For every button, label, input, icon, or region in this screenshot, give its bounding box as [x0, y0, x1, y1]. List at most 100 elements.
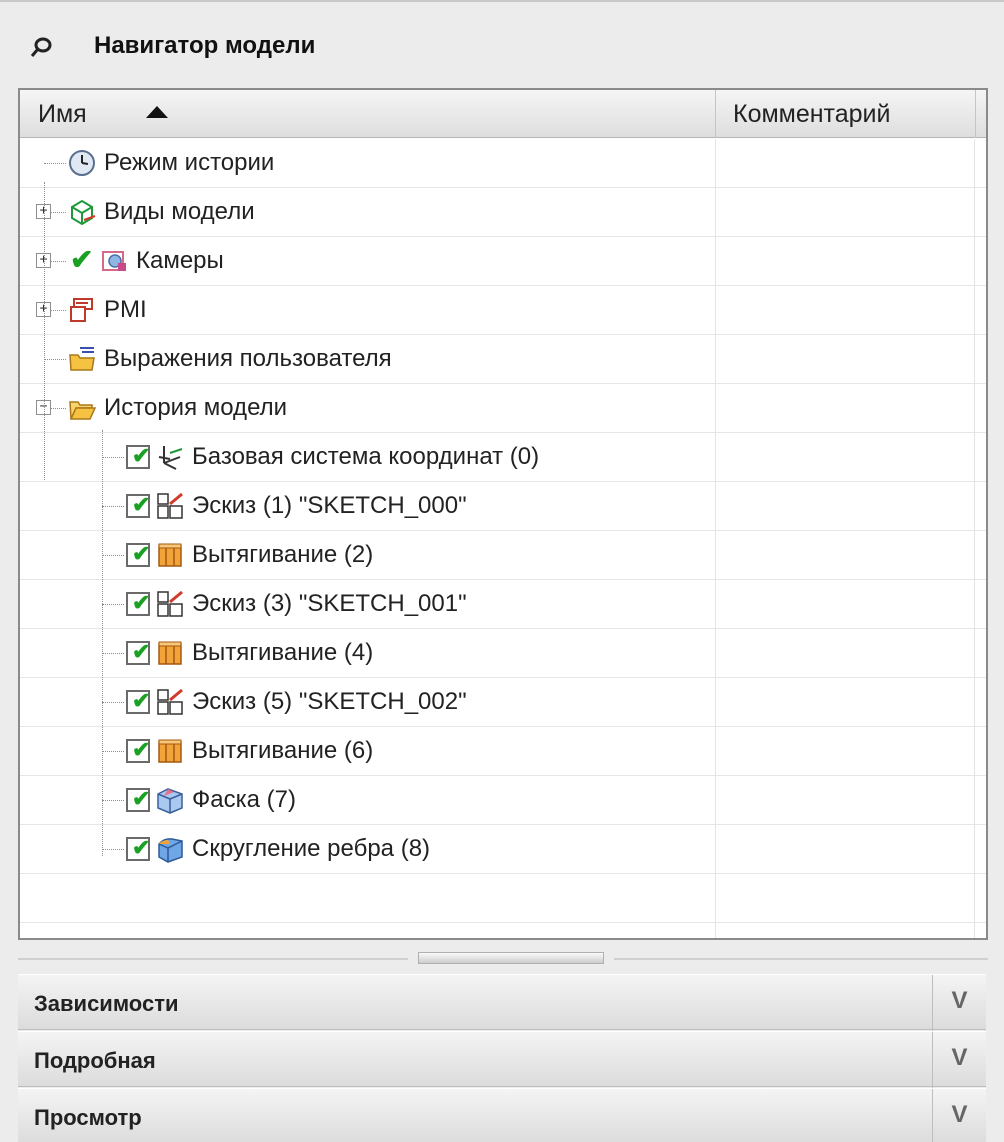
tree-row-comment-cell[interactable]	[717, 531, 975, 579]
tree-row-name-cell: ✔ Эскиз (3) "SKETCH_001"	[20, 580, 716, 628]
feature-checkbox[interactable]: ✔	[126, 688, 150, 714]
folder-open-icon	[68, 394, 97, 422]
splitter-grip[interactable]	[418, 952, 604, 964]
section-details-label: Подробная	[34, 1048, 156, 1073]
chevron-down-icon[interactable]: V	[932, 1089, 986, 1142]
splitter-line-left	[18, 958, 408, 960]
feature-checkbox[interactable]: ✔	[126, 639, 150, 665]
tree-row[interactable]: + PMI	[20, 286, 986, 335]
feature-checkbox[interactable]: ✔	[126, 835, 150, 861]
tree-row[interactable]: ✔ Эскиз (3) "SKETCH_001"	[20, 580, 986, 629]
tree-row-comment-cell[interactable]	[717, 678, 975, 726]
sort-ascending-icon	[146, 106, 168, 118]
column-header-comment[interactable]: Комментарий	[717, 90, 975, 138]
tree-connector	[102, 506, 124, 507]
feature-checkbox[interactable]: ✔	[126, 737, 150, 763]
tree-row-name-cell: − История модели	[20, 384, 716, 432]
tree-row-comment-cell[interactable]	[717, 433, 975, 481]
section-dependencies-label: Зависимости	[34, 991, 179, 1016]
tree-row-empty	[20, 923, 986, 938]
pin-icon[interactable]	[30, 36, 52, 58]
extrude-icon	[156, 541, 184, 569]
folder-expressions-icon	[68, 345, 96, 373]
tree-connector	[102, 702, 124, 703]
visible-check-icon[interactable]: ✔	[70, 243, 93, 276]
chevron-down-icon[interactable]: V	[932, 1032, 986, 1088]
tree-row-comment-cell	[717, 874, 975, 922]
tree-row[interactable]: − История модели	[20, 384, 986, 433]
tree-row[interactable]: ✔ Эскиз (5) "SKETCH_002"	[20, 678, 986, 727]
column-header-name-label: Имя	[38, 100, 87, 128]
datum-csys-icon	[156, 443, 184, 471]
tree-rows: Режим истории + Виды модели + ✔ Камеры + PMI Выр…	[20, 139, 986, 938]
tree-row-name-cell: ✔ Фаска (7)	[20, 776, 716, 824]
chevron-down-icon[interactable]: V	[932, 975, 986, 1031]
model-views-icon	[68, 198, 96, 226]
feature-checkbox[interactable]: ✔	[126, 786, 150, 812]
section-preview[interactable]: Просмотр V	[18, 1088, 986, 1142]
tree-row[interactable]: ✔ Эскиз (1) "SKETCH_000"	[20, 482, 986, 531]
tree-row-comment-cell[interactable]	[717, 139, 975, 187]
tree-row-name-cell	[20, 874, 716, 922]
tree-connector	[102, 653, 124, 654]
tree-row-comment-cell[interactable]	[717, 188, 975, 236]
tree-row-name-cell: ✔ Эскиз (5) "SKETCH_002"	[20, 678, 716, 726]
tree-row-comment-cell[interactable]	[717, 482, 975, 530]
tree-row[interactable]: ✔ Базовая система координат (0)	[20, 433, 986, 482]
tree-row-comment-cell[interactable]	[717, 286, 975, 334]
clock-icon	[68, 149, 96, 177]
pmi-icon	[68, 296, 96, 324]
tree-row-empty	[20, 874, 986, 923]
tree-row[interactable]: ✔ Вытягивание (2)	[20, 531, 986, 580]
tree-connector	[44, 359, 66, 360]
feature-checkbox[interactable]: ✔	[126, 443, 150, 469]
tree-row-name-cell: ✔ Вытягивание (2)	[20, 531, 716, 579]
panel-title-bar: Навигатор модели	[0, 2, 1004, 80]
tree-row-comment-cell[interactable]	[717, 580, 975, 628]
tree-connector	[102, 849, 124, 850]
tree-row-label: История модели	[104, 394, 288, 421]
tree-row-comment-cell[interactable]	[717, 629, 975, 677]
tree-row[interactable]: ✔ Фаска (7)	[20, 776, 986, 825]
tree-row-label: Вытягивание (6)	[192, 737, 374, 764]
tree-row-name-cell: ✔ Базовая система координат (0)	[20, 433, 716, 481]
model-tree[interactable]: Имя Комментарий Режим истории + Виды модел…	[18, 88, 988, 940]
tree-row-label: Режим истории	[104, 149, 275, 176]
tree-connector	[102, 555, 124, 556]
part-navigator-panel: Навигатор модели Имя Комментарий Режим и…	[0, 0, 1004, 1142]
edge-blend-icon	[156, 835, 184, 863]
tree-row[interactable]: + Виды модели	[20, 188, 986, 237]
tree-row-name-cell: Выражения пользователя	[20, 335, 716, 383]
feature-checkbox[interactable]: ✔	[126, 541, 150, 567]
tree-row[interactable]: Выражения пользователя	[20, 335, 986, 384]
tree-row-comment-cell[interactable]	[717, 237, 975, 285]
tree-history-connector	[102, 430, 103, 856]
tree-row[interactable]: ✔ Скругление ребра (8)	[20, 825, 986, 874]
tree-row-comment-cell[interactable]	[717, 776, 975, 824]
tree-row-name-cell: + Виды модели	[20, 188, 716, 236]
sketch-icon	[156, 590, 184, 618]
tree-connector	[102, 604, 124, 605]
tree-connector	[44, 163, 66, 164]
tree-row-name-cell	[20, 923, 716, 938]
chamfer-icon	[156, 786, 184, 814]
tree-row-comment-cell[interactable]	[717, 384, 975, 432]
tree-row[interactable]: ✔ Вытягивание (4)	[20, 629, 986, 678]
panel-splitter[interactable]	[18, 948, 988, 970]
tree-row-label: Выражения пользователя	[104, 345, 392, 372]
feature-checkbox[interactable]: ✔	[126, 492, 150, 518]
tree-row[interactable]: ✔ Вытягивание (6)	[20, 727, 986, 776]
tree-row-name-cell: ✔ Вытягивание (6)	[20, 727, 716, 775]
tree-row-name-cell: Режим истории	[20, 139, 716, 187]
tree-row[interactable]: Режим истории	[20, 139, 986, 188]
column-header-comment-label: Комментарий	[733, 100, 891, 128]
section-details[interactable]: Подробная V	[18, 1031, 986, 1088]
column-header-name[interactable]: Имя	[20, 90, 716, 138]
tree-row-comment-cell[interactable]	[717, 825, 975, 873]
tree-row[interactable]: + ✔ Камеры	[20, 237, 986, 286]
tree-row-comment-cell[interactable]	[717, 335, 975, 383]
tree-row-name-cell: ✔ Вытягивание (4)	[20, 629, 716, 677]
section-dependencies[interactable]: Зависимости V	[18, 974, 986, 1031]
feature-checkbox[interactable]: ✔	[126, 590, 150, 616]
tree-row-comment-cell[interactable]	[717, 727, 975, 775]
